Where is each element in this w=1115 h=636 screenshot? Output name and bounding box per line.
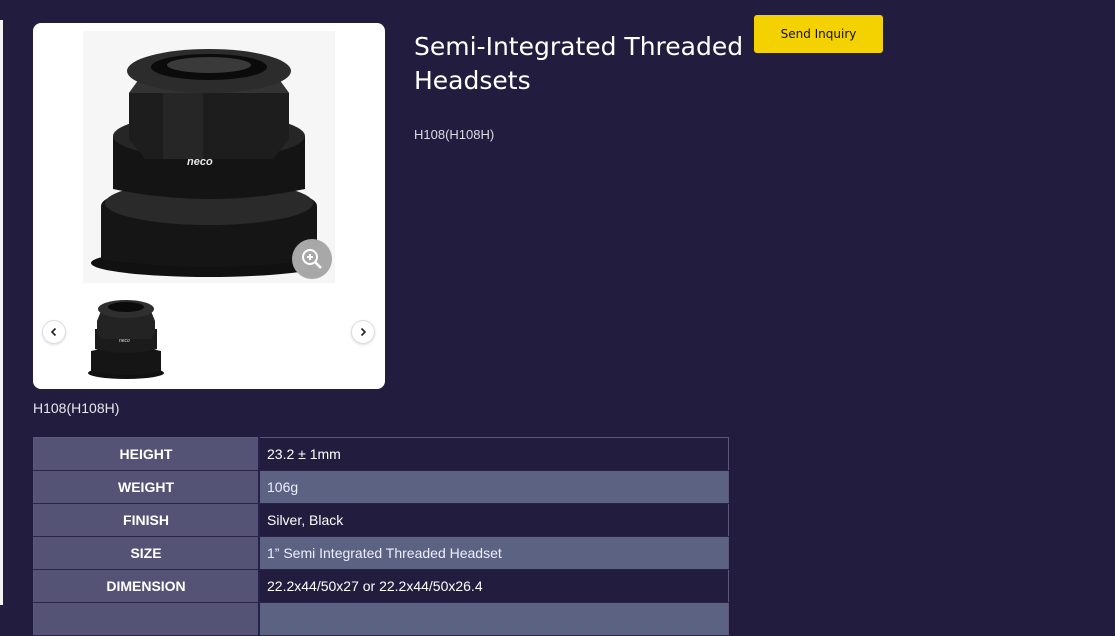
previous-image-button[interactable] <box>43 321 65 343</box>
spec-value: 1” Semi Integrated Threaded Headset <box>259 536 729 570</box>
spec-value: 22.2x44/50x27 or 22.2x44/50x26.4 <box>259 569 729 603</box>
chevron-right-icon <box>360 327 367 337</box>
zoom-in-icon <box>302 249 322 269</box>
spec-row-dimension: DIMENSION 22.2x44/50x27 or 22.2x44/50x26… <box>33 569 729 603</box>
spec-value: 106g <box>259 470 729 504</box>
svg-text:neco: neco <box>187 156 213 168</box>
product-title: Semi-Integrated Threaded Headsets <box>414 32 744 95</box>
next-image-button[interactable] <box>352 321 374 343</box>
svg-text:neco: neco <box>119 338 130 344</box>
spec-label: HEIGHT <box>33 437 260 471</box>
product-gallery: neco neco <box>33 23 385 389</box>
sidebar-edge <box>0 20 3 605</box>
chevron-left-icon <box>50 327 57 337</box>
spec-label: DIMENSION <box>33 569 260 603</box>
spec-label: WEIGHT <box>33 470 260 504</box>
spec-row-finish: FINISH Silver, Black <box>33 503 729 537</box>
thumbnail-image[interactable]: neco <box>83 291 169 381</box>
spec-label: FINISH <box>33 503 260 537</box>
zoom-button[interactable] <box>292 239 332 279</box>
spec-row-height: HEIGHT 23.2 ± 1mm <box>33 437 729 471</box>
spec-label <box>33 602 260 636</box>
spec-row-next <box>33 602 729 636</box>
product-model: H108(H108H) <box>414 127 495 142</box>
spec-value <box>259 602 729 636</box>
spec-value: 23.2 ± 1mm <box>259 437 729 471</box>
spec-row-weight: WEIGHT 106g <box>33 470 729 504</box>
image-caption: H108(H108H) <box>33 400 120 416</box>
spec-row-size: SIZE 1” Semi Integrated Threaded Headset <box>33 536 729 570</box>
spec-value: Silver, Black <box>259 503 729 537</box>
spec-table: HEIGHT 23.2 ± 1mm WEIGHT 106g FINISH Sil… <box>33 437 729 636</box>
spec-label: SIZE <box>33 536 260 570</box>
send-inquiry-button[interactable]: Send Inquiry <box>754 15 883 53</box>
